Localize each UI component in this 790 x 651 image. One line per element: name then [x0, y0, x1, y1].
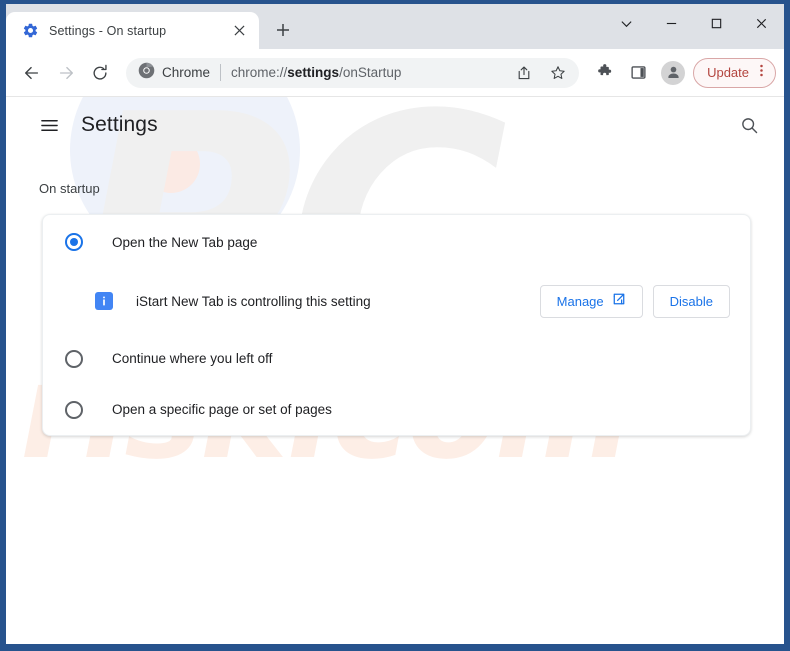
- section-label: On startup: [39, 181, 100, 196]
- browser-window: Settings - On startup Chrome chrome://se…: [6, 4, 784, 644]
- disable-button[interactable]: Disable: [652, 284, 730, 318]
- hamburger-icon[interactable]: [32, 108, 66, 142]
- radio-option-specific-pages[interactable]: Open a specific page or set of pages: [43, 384, 750, 435]
- controlled-notice-text: iStart New Tab is controlling this setti…: [136, 293, 371, 309]
- side-panel-icon[interactable]: [623, 58, 653, 88]
- radio-label: Open a specific page or set of pages: [112, 402, 332, 417]
- radio-label: Continue where you left off: [112, 351, 273, 366]
- forward-arrow-icon[interactable]: [50, 57, 82, 89]
- close-icon[interactable]: [229, 21, 249, 41]
- manage-label: Manage: [556, 293, 604, 309]
- radio-button-unselected[interactable]: [65, 349, 83, 368]
- settings-content: Settings On startup Open the New Tab pag…: [6, 97, 784, 436]
- chrome-brand-label: Chrome: [162, 65, 211, 80]
- settings-page: PC risk.com Settings: [6, 97, 784, 644]
- update-label: Update: [707, 65, 749, 80]
- omnibox-divider: [220, 64, 222, 81]
- new-tab-button[interactable]: [268, 15, 298, 45]
- tab-list: Settings - On startup: [6, 4, 259, 49]
- settings-header: Settings: [6, 97, 784, 153]
- search-icon[interactable]: [732, 108, 766, 142]
- radio-button-unselected[interactable]: [65, 400, 83, 419]
- chrome-logo-icon: [138, 62, 155, 84]
- radio-label: Open the New Tab page: [112, 234, 258, 250]
- gear-icon: [22, 22, 39, 39]
- minimize-icon[interactable]: [649, 4, 694, 42]
- startup-settings-card: Open the New Tab page iStart New Tab is …: [42, 214, 751, 436]
- profile-avatar-icon[interactable]: [661, 60, 686, 85]
- radio-option-new-tab-page[interactable]: Open the New Tab page: [43, 215, 750, 269]
- back-arrow-icon[interactable]: [16, 57, 48, 89]
- reload-icon[interactable]: [84, 57, 116, 89]
- maximize-icon[interactable]: [694, 4, 739, 42]
- puzzle-icon[interactable]: [589, 58, 619, 88]
- window-frame: Settings - On startup Chrome chrome://se…: [0, 0, 790, 651]
- window-controls: [604, 4, 784, 42]
- chevron-down-icon[interactable]: [604, 4, 649, 42]
- extension-controlled-notice: iStart New Tab is controlling this setti…: [43, 269, 750, 333]
- browser-toolbar: Chrome chrome://settings/onStartup Updat…: [6, 49, 784, 97]
- page-title: Settings: [81, 113, 158, 136]
- share-icon[interactable]: [511, 60, 537, 86]
- disable-label: Disable: [669, 293, 713, 309]
- close-icon[interactable]: [739, 4, 784, 42]
- star-icon[interactable]: [545, 60, 571, 86]
- tab-strip: Settings - On startup: [6, 4, 784, 49]
- manage-button[interactable]: Manage: [539, 284, 643, 318]
- external-link-icon: [612, 292, 626, 311]
- radio-button-selected[interactable]: [65, 233, 83, 251]
- radio-option-continue-where-left-off[interactable]: Continue where you left off: [43, 333, 750, 384]
- chrome-brand: Chrome: [138, 62, 210, 84]
- tab-title: Settings - On startup: [49, 23, 167, 38]
- browser-tab[interactable]: Settings - On startup: [6, 12, 259, 49]
- address-bar[interactable]: Chrome chrome://settings/onStartup: [126, 57, 580, 88]
- omnibox-url: chrome://settings/onStartup: [231, 65, 402, 80]
- three-dots-vertical-icon[interactable]: [754, 63, 769, 83]
- info-icon: [95, 292, 113, 310]
- update-button[interactable]: Update: [693, 57, 776, 88]
